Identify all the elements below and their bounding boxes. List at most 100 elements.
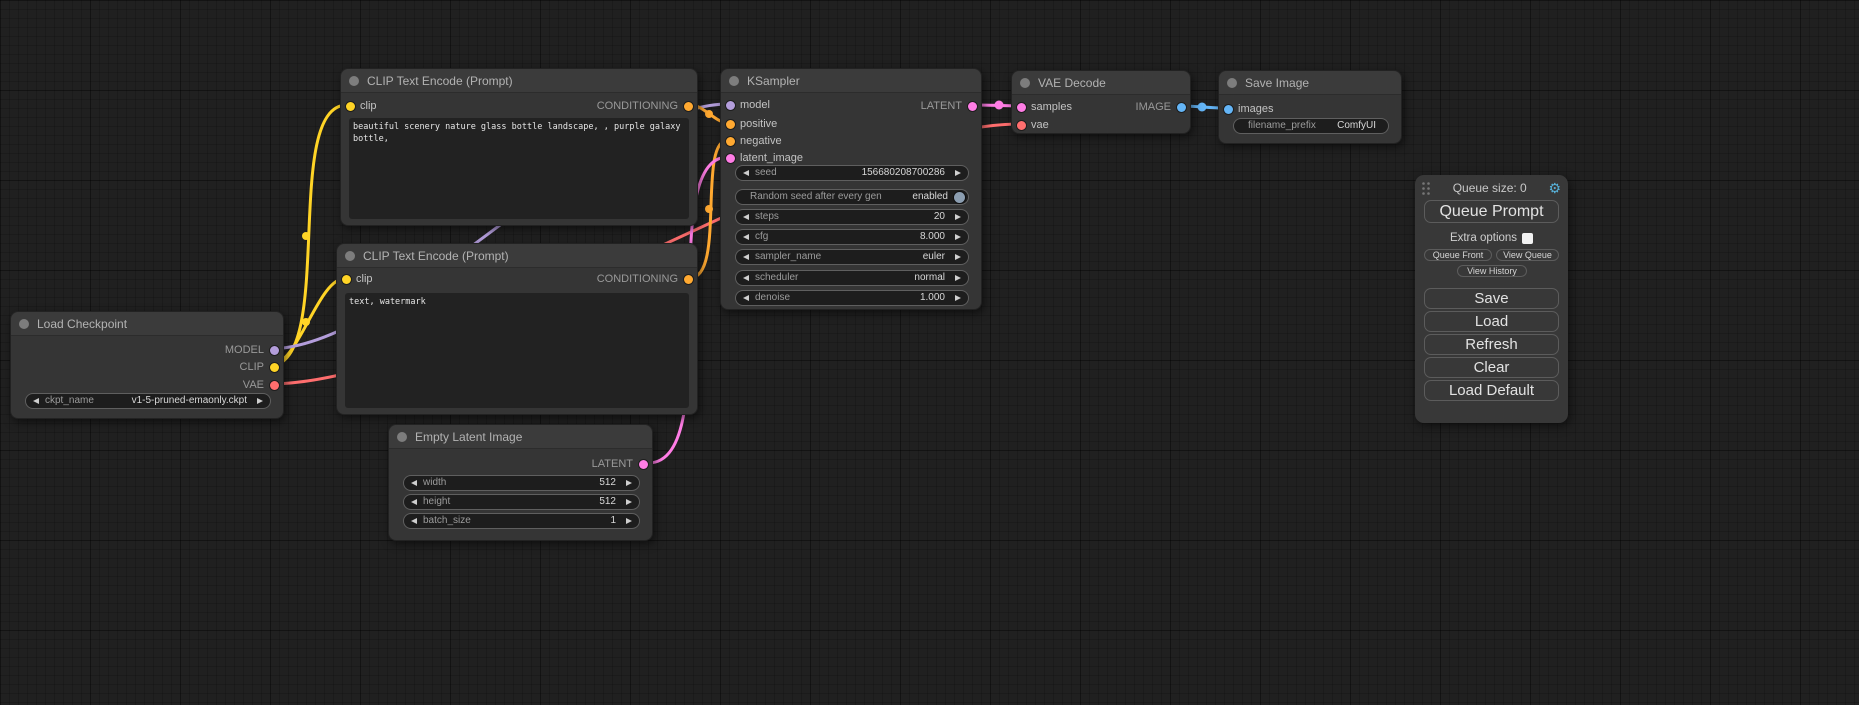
save-button[interactable]: Save — [1424, 288, 1559, 309]
input-slot-clip[interactable]: clip — [341, 100, 377, 112]
steps-widget[interactable]: steps 20 — [735, 209, 969, 225]
negative-prompt-textarea[interactable]: text, watermark — [345, 293, 689, 408]
node-title-bar[interactable]: Save Image — [1219, 71, 1401, 95]
collapse-dot-icon[interactable] — [19, 319, 29, 329]
clip-slot-dot[interactable] — [270, 363, 279, 372]
output-slot-latent[interactable]: LATENT — [921, 100, 981, 112]
scheduler-widget[interactable]: scheduler normal — [735, 270, 969, 286]
increment-arrow-icon[interactable] — [955, 254, 961, 260]
batch-size-widget[interactable]: batch_size 1 — [403, 513, 640, 529]
decrement-arrow-icon[interactable] — [743, 214, 749, 220]
image-slot-dot[interactable] — [1224, 105, 1233, 114]
output-slot-conditioning[interactable]: CONDITIONING — [597, 100, 697, 112]
latent-slot-dot[interactable] — [726, 154, 735, 163]
sampler-name-widget[interactable]: sampler_name euler — [735, 249, 969, 265]
clip-slot-dot[interactable] — [346, 102, 355, 111]
seed-widget[interactable]: seed 156680208700286 — [735, 165, 969, 181]
increment-arrow-icon[interactable] — [626, 499, 632, 505]
increment-arrow-icon[interactable] — [955, 295, 961, 301]
input-slot-negative[interactable]: negative — [721, 135, 782, 147]
drag-handle-icon[interactable] — [1421, 181, 1431, 196]
input-slot-clip[interactable]: clip — [337, 273, 373, 285]
increment-arrow-icon[interactable] — [955, 234, 961, 240]
node-title-bar[interactable]: VAE Decode — [1012, 71, 1190, 95]
decrement-arrow-icon[interactable] — [743, 275, 749, 281]
input-slot-positive[interactable]: positive — [721, 118, 777, 130]
node-graph-canvas[interactable]: Load Checkpoint MODEL CLIP VAE ckpt_name… — [0, 0, 1859, 705]
refresh-button[interactable]: Refresh — [1424, 334, 1559, 355]
model-slot-dot[interactable] — [270, 346, 279, 355]
queue-front-button[interactable]: Queue Front — [1424, 249, 1492, 261]
output-slot-conditioning[interactable]: CONDITIONING — [597, 273, 697, 285]
node-title-bar[interactable]: Load Checkpoint — [11, 312, 283, 336]
input-slot-vae[interactable]: vae — [1012, 119, 1049, 131]
input-slot-model[interactable]: model — [721, 99, 770, 111]
node-save-image[interactable]: Save Image images filename_prefix ComfyU… — [1218, 70, 1402, 144]
model-slot-dot[interactable] — [726, 101, 735, 110]
toggle-knob[interactable] — [954, 192, 965, 203]
load-button[interactable]: Load — [1424, 311, 1559, 332]
cfg-widget[interactable]: cfg 8.000 — [735, 229, 969, 245]
positive-prompt-textarea[interactable]: beautiful scenery nature glass bottle la… — [349, 118, 689, 219]
decrement-arrow-icon[interactable] — [411, 499, 417, 505]
image-slot-dot[interactable] — [1177, 103, 1186, 112]
output-slot-image[interactable]: IMAGE — [1136, 101, 1190, 113]
increment-arrow-icon[interactable] — [955, 214, 961, 220]
denoise-widget[interactable]: denoise 1.000 — [735, 290, 969, 306]
node-title-bar[interactable]: CLIP Text Encode (Prompt) — [337, 244, 697, 268]
random-seed-toggle-widget[interactable]: Random seed after every gen enabled — [735, 189, 969, 205]
clip-slot-dot[interactable] — [342, 275, 351, 284]
queue-prompt-button[interactable]: Queue Prompt — [1424, 200, 1559, 223]
increment-arrow-icon[interactable] — [955, 170, 961, 176]
decrement-arrow-icon[interactable] — [411, 480, 417, 486]
latent-slot-dot[interactable] — [639, 460, 648, 469]
collapse-dot-icon[interactable] — [1020, 78, 1030, 88]
node-empty-latent-image[interactable]: Empty Latent Image LATENT width 512 heig… — [388, 424, 653, 541]
decrement-arrow-icon[interactable] — [743, 295, 749, 301]
collapse-dot-icon[interactable] — [397, 432, 407, 442]
node-title-bar[interactable]: Empty Latent Image — [389, 425, 652, 449]
decrement-arrow-icon[interactable] — [743, 170, 749, 176]
increment-arrow-icon[interactable] — [257, 398, 263, 404]
filename-prefix-widget[interactable]: filename_prefix ComfyUI — [1233, 118, 1389, 134]
decrement-arrow-icon[interactable] — [33, 398, 39, 404]
latent-slot-dot[interactable] — [1017, 103, 1026, 112]
ckpt-name-widget[interactable]: ckpt_name v1-5-pruned-emaonly.ckpt — [25, 393, 271, 409]
height-widget[interactable]: height 512 — [403, 494, 640, 510]
node-clip-text-encode-negative[interactable]: CLIP Text Encode (Prompt) clip CONDITION… — [336, 243, 698, 415]
input-slot-images[interactable]: images — [1219, 103, 1273, 115]
conditioning-slot-dot[interactable] — [726, 120, 735, 129]
node-load-checkpoint[interactable]: Load Checkpoint MODEL CLIP VAE ckpt_name… — [10, 311, 284, 419]
conditioning-slot-dot[interactable] — [684, 102, 693, 111]
extra-options-checkbox[interactable] — [1522, 233, 1533, 244]
output-slot-clip[interactable]: CLIP — [240, 361, 283, 373]
node-vae-decode[interactable]: VAE Decode samples vae IMAGE — [1011, 70, 1191, 134]
collapse-dot-icon[interactable] — [1227, 78, 1237, 88]
settings-gear-icon[interactable]: ⚙ — [1548, 181, 1561, 195]
view-history-button[interactable]: View History — [1457, 265, 1527, 277]
latent-slot-dot[interactable] — [968, 102, 977, 111]
vae-slot-dot[interactable] — [270, 381, 279, 390]
decrement-arrow-icon[interactable] — [743, 254, 749, 260]
conditioning-slot-dot[interactable] — [726, 137, 735, 146]
collapse-dot-icon[interactable] — [729, 76, 739, 86]
collapse-dot-icon[interactable] — [345, 251, 355, 261]
input-slot-latent-image[interactable]: latent_image — [721, 152, 803, 164]
increment-arrow-icon[interactable] — [626, 480, 632, 486]
load-default-button[interactable]: Load Default — [1424, 380, 1559, 401]
conditioning-slot-dot[interactable] — [684, 275, 693, 284]
node-title-bar[interactable]: KSampler — [721, 69, 981, 93]
input-slot-samples[interactable]: samples — [1012, 101, 1072, 113]
view-queue-button[interactable]: View Queue — [1496, 249, 1559, 261]
decrement-arrow-icon[interactable] — [411, 518, 417, 524]
increment-arrow-icon[interactable] — [955, 275, 961, 281]
increment-arrow-icon[interactable] — [626, 518, 632, 524]
output-slot-model[interactable]: MODEL — [225, 344, 283, 356]
output-slot-latent[interactable]: LATENT — [592, 458, 652, 470]
decrement-arrow-icon[interactable] — [743, 234, 749, 240]
width-widget[interactable]: width 512 — [403, 475, 640, 491]
vae-slot-dot[interactable] — [1017, 121, 1026, 130]
output-slot-vae[interactable]: VAE — [243, 379, 283, 391]
clear-button[interactable]: Clear — [1424, 357, 1559, 378]
node-clip-text-encode-positive[interactable]: CLIP Text Encode (Prompt) clip CONDITION… — [340, 68, 698, 226]
